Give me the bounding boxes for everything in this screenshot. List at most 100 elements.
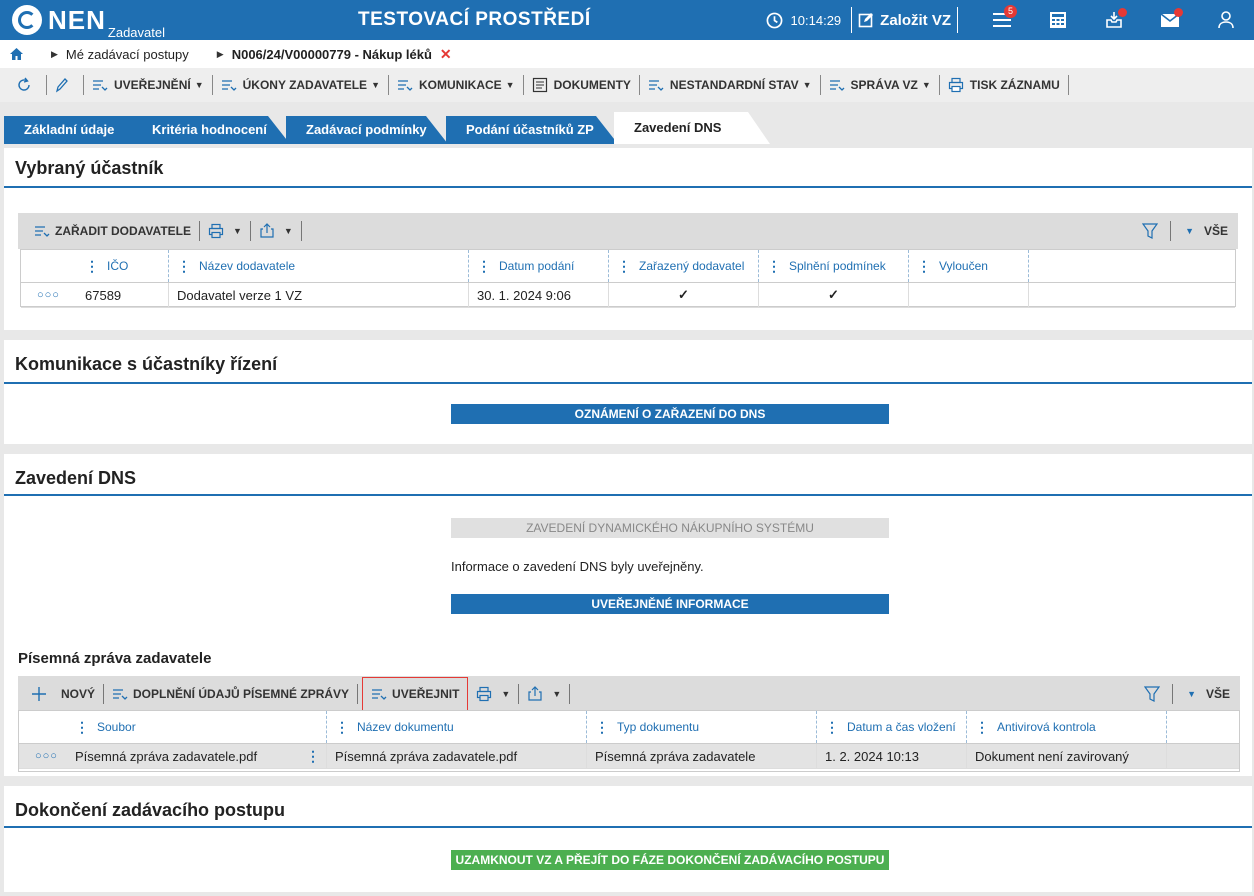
column-supplier-name[interactable]: ⋮ Název dodavatele — [169, 250, 469, 282]
column-document-name[interactable]: ⋮ Název dokumentu — [327, 711, 587, 743]
column-label: Vyloučen — [939, 259, 988, 273]
column-file[interactable]: ⋮ Soubor — [67, 711, 327, 743]
more-options-icon[interactable]: ○○○ — [35, 750, 58, 762]
column-menu-icon[interactable]: ⋮ — [595, 719, 609, 736]
supplier-grid-toolbar: ZAŘADIT DODAVATELE ▼ ▼ ▼ VŠE — [18, 213, 1238, 249]
selected-participant-panel: Vybraný účastník ZAŘADIT DODAVATELE ▼ ▼ … — [4, 148, 1252, 330]
new-report-button[interactable]: NOVÝ — [18, 684, 105, 704]
inbox-button[interactable] — [1086, 0, 1142, 40]
column-menu-icon[interactable]: ⋮ — [177, 258, 191, 275]
menu-lines-icon — [372, 689, 387, 700]
grid-header: ⋮ IČO ⋮ Název dodavatele ⋮ Datum podání ⋮ Za… — [21, 250, 1235, 283]
report-supplement-button[interactable]: DOPLNĚNÍ ÚDAJŮ PÍSEMNÉ ZPRÁVY — [104, 684, 359, 704]
table-row[interactable]: ○○○ Písemná zpráva zadavatele.pdf ⋮ Písem… — [19, 744, 1239, 769]
check-icon: ✓ — [609, 283, 759, 307]
caret-down-icon: ▼ — [233, 226, 242, 236]
show-all-toggle[interactable]: ▼ VŠE — [1170, 221, 1228, 241]
column-label: Antivirová kontrola — [997, 720, 1096, 734]
print-grid-button[interactable]: ▼ — [468, 684, 520, 704]
column-menu-icon[interactable]: ⋮ — [975, 719, 989, 736]
print-record-label: TISK ZÁZNAMU — [969, 78, 1060, 92]
column-menu-icon[interactable]: ⋮ — [825, 719, 839, 736]
triangle-down-icon: ▼ — [1187, 689, 1196, 699]
publish-menu[interactable]: UVEŘEJNĚNÍ ▼ — [84, 75, 213, 95]
column-label: Soubor — [97, 720, 136, 734]
cell-file[interactable]: Písemná zpráva zadavatele.pdf ⋮ — [67, 744, 327, 768]
column-excluded[interactable]: ⋮ Vyloučen — [909, 250, 1029, 282]
table-row[interactable]: ○○○ 67589 Dodavatel verze 1 VZ 30. 1. 20… — [21, 283, 1235, 308]
column-menu-icon[interactable]: ⋮ — [767, 258, 781, 275]
nen-logo[interactable]: NEN Zadavatel — [12, 5, 165, 40]
column-included-supplier[interactable]: ⋮ Zařazený dodavatel — [609, 250, 759, 282]
row-actions[interactable]: ○○○ — [21, 283, 77, 307]
mail-notification-dot — [1174, 8, 1183, 17]
menu-button[interactable]: 5 — [974, 0, 1030, 40]
communication-menu-label: KOMUNIKACE — [418, 78, 502, 92]
column-menu-icon[interactable]: ⋮ — [85, 258, 99, 275]
environment-title: TESTOVACÍ PROSTŘEDÍ — [358, 9, 591, 30]
filter-icon[interactable] — [1142, 223, 1159, 239]
export-grid-button[interactable]: ▼ — [519, 684, 571, 704]
column-insert-date[interactable]: ⋮ Datum a čas vložení — [817, 711, 967, 743]
home-icon[interactable] — [10, 48, 23, 60]
publish-report-button[interactable]: UVEŘEJNIT — [362, 677, 469, 711]
tab-evaluation-criteria[interactable]: Kritéria hodnocení — [132, 116, 290, 144]
tab-dns-introduction[interactable]: Zavedení DNS — [614, 112, 770, 144]
row-actions-header — [19, 711, 67, 743]
column-menu-icon[interactable]: ⋮ — [75, 719, 89, 736]
tab-participant-submissions[interactable]: Podání účastníků ZP — [446, 116, 618, 144]
documents-button[interactable]: DOKUMENTY — [524, 75, 640, 95]
lock-and-complete-button[interactable]: UZAMKNOUT VZ A PŘEJÍT DO FÁZE DOKONČENÍ … — [451, 850, 889, 870]
new-vz-label: Založit VZ — [880, 11, 951, 29]
breadcrumb-my-procedures[interactable]: Mé zadávací postupy — [66, 47, 189, 62]
menu-lines-icon — [35, 226, 50, 237]
file-menu-icon[interactable]: ⋮ — [306, 748, 320, 765]
print-grid-button[interactable]: ▼ — [200, 221, 251, 241]
column-menu-icon[interactable]: ⋮ — [335, 719, 349, 736]
more-options-icon[interactable]: ○○○ — [37, 289, 60, 301]
column-submission-date[interactable]: ⋮ Datum podání — [469, 250, 609, 282]
refresh-icon — [18, 77, 30, 91]
menu-badge: 5 — [1004, 5, 1017, 18]
column-document-type[interactable]: ⋮ Typ dokumentu — [587, 711, 817, 743]
user-icon — [1218, 11, 1234, 29]
published-info-button[interactable]: UVEŘEJNĚNÉ INFORMACE — [451, 594, 889, 614]
manage-vz-menu[interactable]: SPRÁVA VZ ▼ — [821, 75, 940, 95]
close-breadcrumb-icon[interactable]: ✕ — [440, 46, 452, 63]
clock-icon — [766, 12, 782, 28]
column-ico[interactable]: ⋮ IČO — [77, 250, 169, 282]
show-all-toggle[interactable]: ▼ VŠE — [1172, 684, 1230, 704]
acts-menu[interactable]: ÚKONY ZADAVATELE ▼ — [213, 75, 389, 95]
calculator-button[interactable] — [1030, 0, 1086, 40]
row-actions[interactable]: ○○○ — [19, 744, 67, 768]
tab-basic-info[interactable]: Základní údaje — [4, 116, 154, 144]
column-menu-icon[interactable]: ⋮ — [617, 258, 631, 275]
publish-report-label: UVEŘEJNIT — [392, 687, 460, 701]
triangle-down-icon: ▼ — [1185, 226, 1194, 236]
messages-button[interactable] — [1142, 0, 1198, 40]
edit-button[interactable] — [47, 75, 84, 95]
user-button[interactable] — [1198, 0, 1254, 40]
check-icon: ✓ — [759, 283, 909, 307]
print-record-button[interactable]: TISK ZÁZNAMU — [940, 75, 1069, 95]
filter-icon[interactable] — [1144, 686, 1161, 702]
add-supplier-button[interactable]: ZAŘADIT DODAVATELE — [18, 221, 200, 241]
export-grid-button[interactable]: ▼ — [251, 221, 302, 241]
tab-tender-conditions[interactable]: Zadávací podmínky — [286, 116, 448, 144]
column-menu-icon[interactable]: ⋮ — [917, 258, 931, 275]
new-vz-button[interactable]: Založit VZ — [851, 7, 958, 33]
nonstandard-state-menu[interactable]: NESTANDARDNÍ STAV ▼ — [640, 75, 821, 95]
section-title: Zavedení DNS — [4, 454, 1252, 496]
file-link[interactable]: Písemná zpráva zadavatele.pdf — [75, 749, 257, 764]
printer-icon — [477, 686, 492, 702]
communication-menu[interactable]: KOMUNIKACE ▼ — [389, 75, 524, 95]
breadcrumb-arrow-icon: ▶ — [216, 48, 224, 59]
breadcrumb-current[interactable]: N006/24/V00000779 - Nákup léků — [232, 47, 432, 62]
column-conditions-met[interactable]: ⋮ Splnění podmínek — [759, 250, 909, 282]
menu-lines-icon — [113, 689, 128, 700]
column-antivirus[interactable]: ⋮ Antivirová kontrola — [967, 711, 1167, 743]
caret-down-icon: ▼ — [921, 80, 931, 90]
column-menu-icon[interactable]: ⋮ — [477, 258, 491, 275]
refresh-button[interactable] — [14, 75, 47, 95]
dns-inclusion-notice-button[interactable]: OZNÁMENÍ O ZAŘAZENÍ DO DNS — [451, 404, 889, 424]
